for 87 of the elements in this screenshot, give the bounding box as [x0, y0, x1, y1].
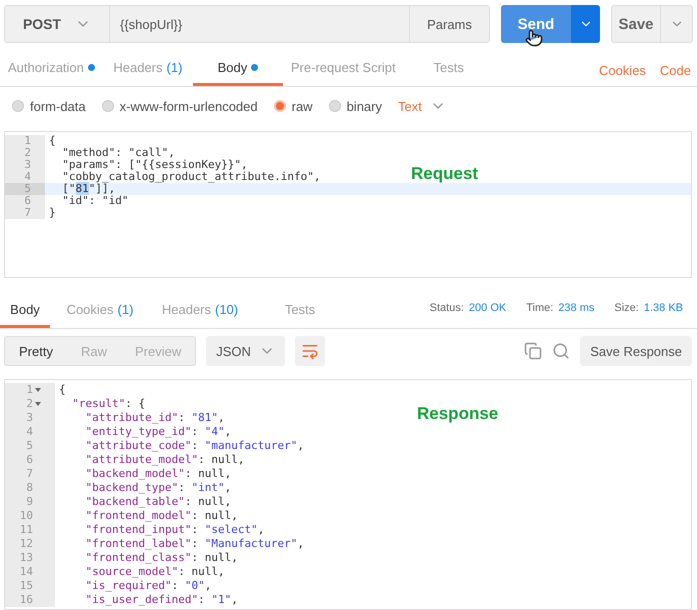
format-dropdown[interactable]: Text	[398, 98, 446, 114]
line-number: 2	[5, 397, 55, 412]
stat-label: Size:	[614, 302, 639, 314]
response-tab[interactable]: Cookies (1)	[50, 294, 150, 328]
code-line: "frontend_class": null,	[84, 551, 238, 566]
request-tab[interactable]: Authorization	[0, 52, 103, 86]
line-number: 1	[5, 383, 55, 398]
view-mode-tab[interactable]: Pretty	[5, 337, 67, 366]
code-line: ["81"]],	[61, 183, 116, 196]
request-tab[interactable]: Body	[192, 52, 283, 86]
code-line: "backend_model": null,	[84, 467, 232, 482]
response-tab[interactable]: Headers (10)	[150, 294, 250, 328]
radio-button[interactable]	[12, 100, 24, 112]
copy-icon[interactable]	[524, 342, 542, 360]
code-line: "cobby_catalog_product_attribute.info",	[61, 171, 321, 184]
line-number: 3	[5, 411, 55, 426]
line-number: 14	[5, 565, 55, 580]
wrap-lines-icon	[300, 342, 319, 360]
code-line: "result": {	[71, 397, 146, 412]
radio-label: form-data	[30, 98, 86, 114]
fold-triangle-icon[interactable]	[35, 402, 41, 406]
radio-label: raw	[292, 98, 313, 114]
radio-button[interactable]	[274, 100, 286, 112]
header-link[interactable]: Cookies	[598, 54, 646, 86]
line-number: 2	[5, 147, 45, 160]
code-line: "backend_type": "int",	[84, 481, 232, 496]
line-number: 15	[5, 579, 55, 594]
line-number: 3	[5, 159, 45, 172]
code-line: "source_model": null,	[84, 565, 225, 580]
wrap-lines-button[interactable]	[294, 336, 325, 366]
line-number: 12	[5, 537, 55, 552]
code-line: "params": ["{{sessionKey}}",	[61, 159, 248, 172]
code-line: "backend_table": null,	[84, 495, 232, 510]
line-number: 1	[5, 135, 45, 148]
line-number: 13	[5, 551, 55, 566]
code-line: "method": "call",	[61, 147, 175, 160]
code-line: "attribute_id": "81",	[84, 411, 225, 426]
code-line: "is_required": "0",	[84, 579, 212, 594]
fold-triangle-icon[interactable]	[35, 388, 41, 392]
code-line: "frontend_input": "select",	[84, 523, 264, 538]
stat-value: 238 ms	[558, 302, 594, 314]
view-mode-tab[interactable]: Raw	[66, 337, 121, 366]
line-number: 5	[5, 439, 55, 454]
annotation-label: Response	[417, 404, 498, 424]
code-line: "id": "id"	[61, 195, 128, 208]
code-line: "attribute_model": null,	[84, 453, 244, 468]
request-tab[interactable]: Headers (1)	[102, 52, 193, 86]
code-line: {	[58, 383, 66, 398]
line-number: 11	[5, 523, 55, 538]
radio-label: x-www-form-urlencoded	[120, 98, 258, 114]
code-line: }	[48, 207, 56, 220]
line-number: 6	[5, 195, 45, 208]
line-number: 9	[5, 495, 55, 510]
send-button[interactable]: Send	[501, 5, 571, 43]
search-icon[interactable]	[552, 342, 570, 360]
line-number: 7	[5, 207, 45, 220]
header-link[interactable]: Code	[660, 54, 691, 86]
stat-value: 1.38 KB	[644, 302, 683, 314]
code-line: "entity_type_id": "4",	[84, 425, 232, 440]
response-tab[interactable]: Tests	[250, 294, 350, 328]
stat-value: 200 OK	[468, 302, 506, 314]
radio-button[interactable]	[102, 100, 114, 112]
radio-label: binary	[346, 98, 382, 114]
code-line: {	[48, 135, 56, 148]
line-number: 10	[5, 509, 55, 524]
code-line: "is_user_defined": "1",	[84, 593, 238, 608]
response-tab[interactable]: Body	[0, 294, 50, 328]
line-number: 8	[5, 481, 55, 496]
request-tab[interactable]: Tests	[404, 52, 494, 86]
line-number: 4	[5, 425, 55, 440]
radio-button[interactable]	[328, 100, 341, 112]
annotation-label: Request	[411, 164, 478, 184]
code-line: "attribute_code": "manufacturer",	[84, 439, 304, 454]
stat-label: Status:	[430, 302, 464, 314]
line-number: 7	[5, 467, 55, 482]
stat-label: Time:	[526, 302, 554, 314]
code-line: "frontend_label": "Manufacturer",	[84, 537, 304, 552]
line-number: 16	[5, 593, 55, 608]
save-response-button[interactable]: Save Response	[580, 336, 692, 366]
request-tab[interactable]: Pre-request Script	[282, 52, 404, 86]
line-number: 5	[5, 183, 45, 196]
line-number: 6	[5, 453, 55, 468]
code-line: "frontend_model": null,	[84, 509, 238, 524]
view-mode-tab[interactable]: Preview	[120, 337, 196, 366]
response-format-dropdown[interactable]: JSON	[206, 336, 285, 366]
line-number: 4	[5, 171, 45, 184]
hand-cursor-icon	[525, 29, 543, 47]
